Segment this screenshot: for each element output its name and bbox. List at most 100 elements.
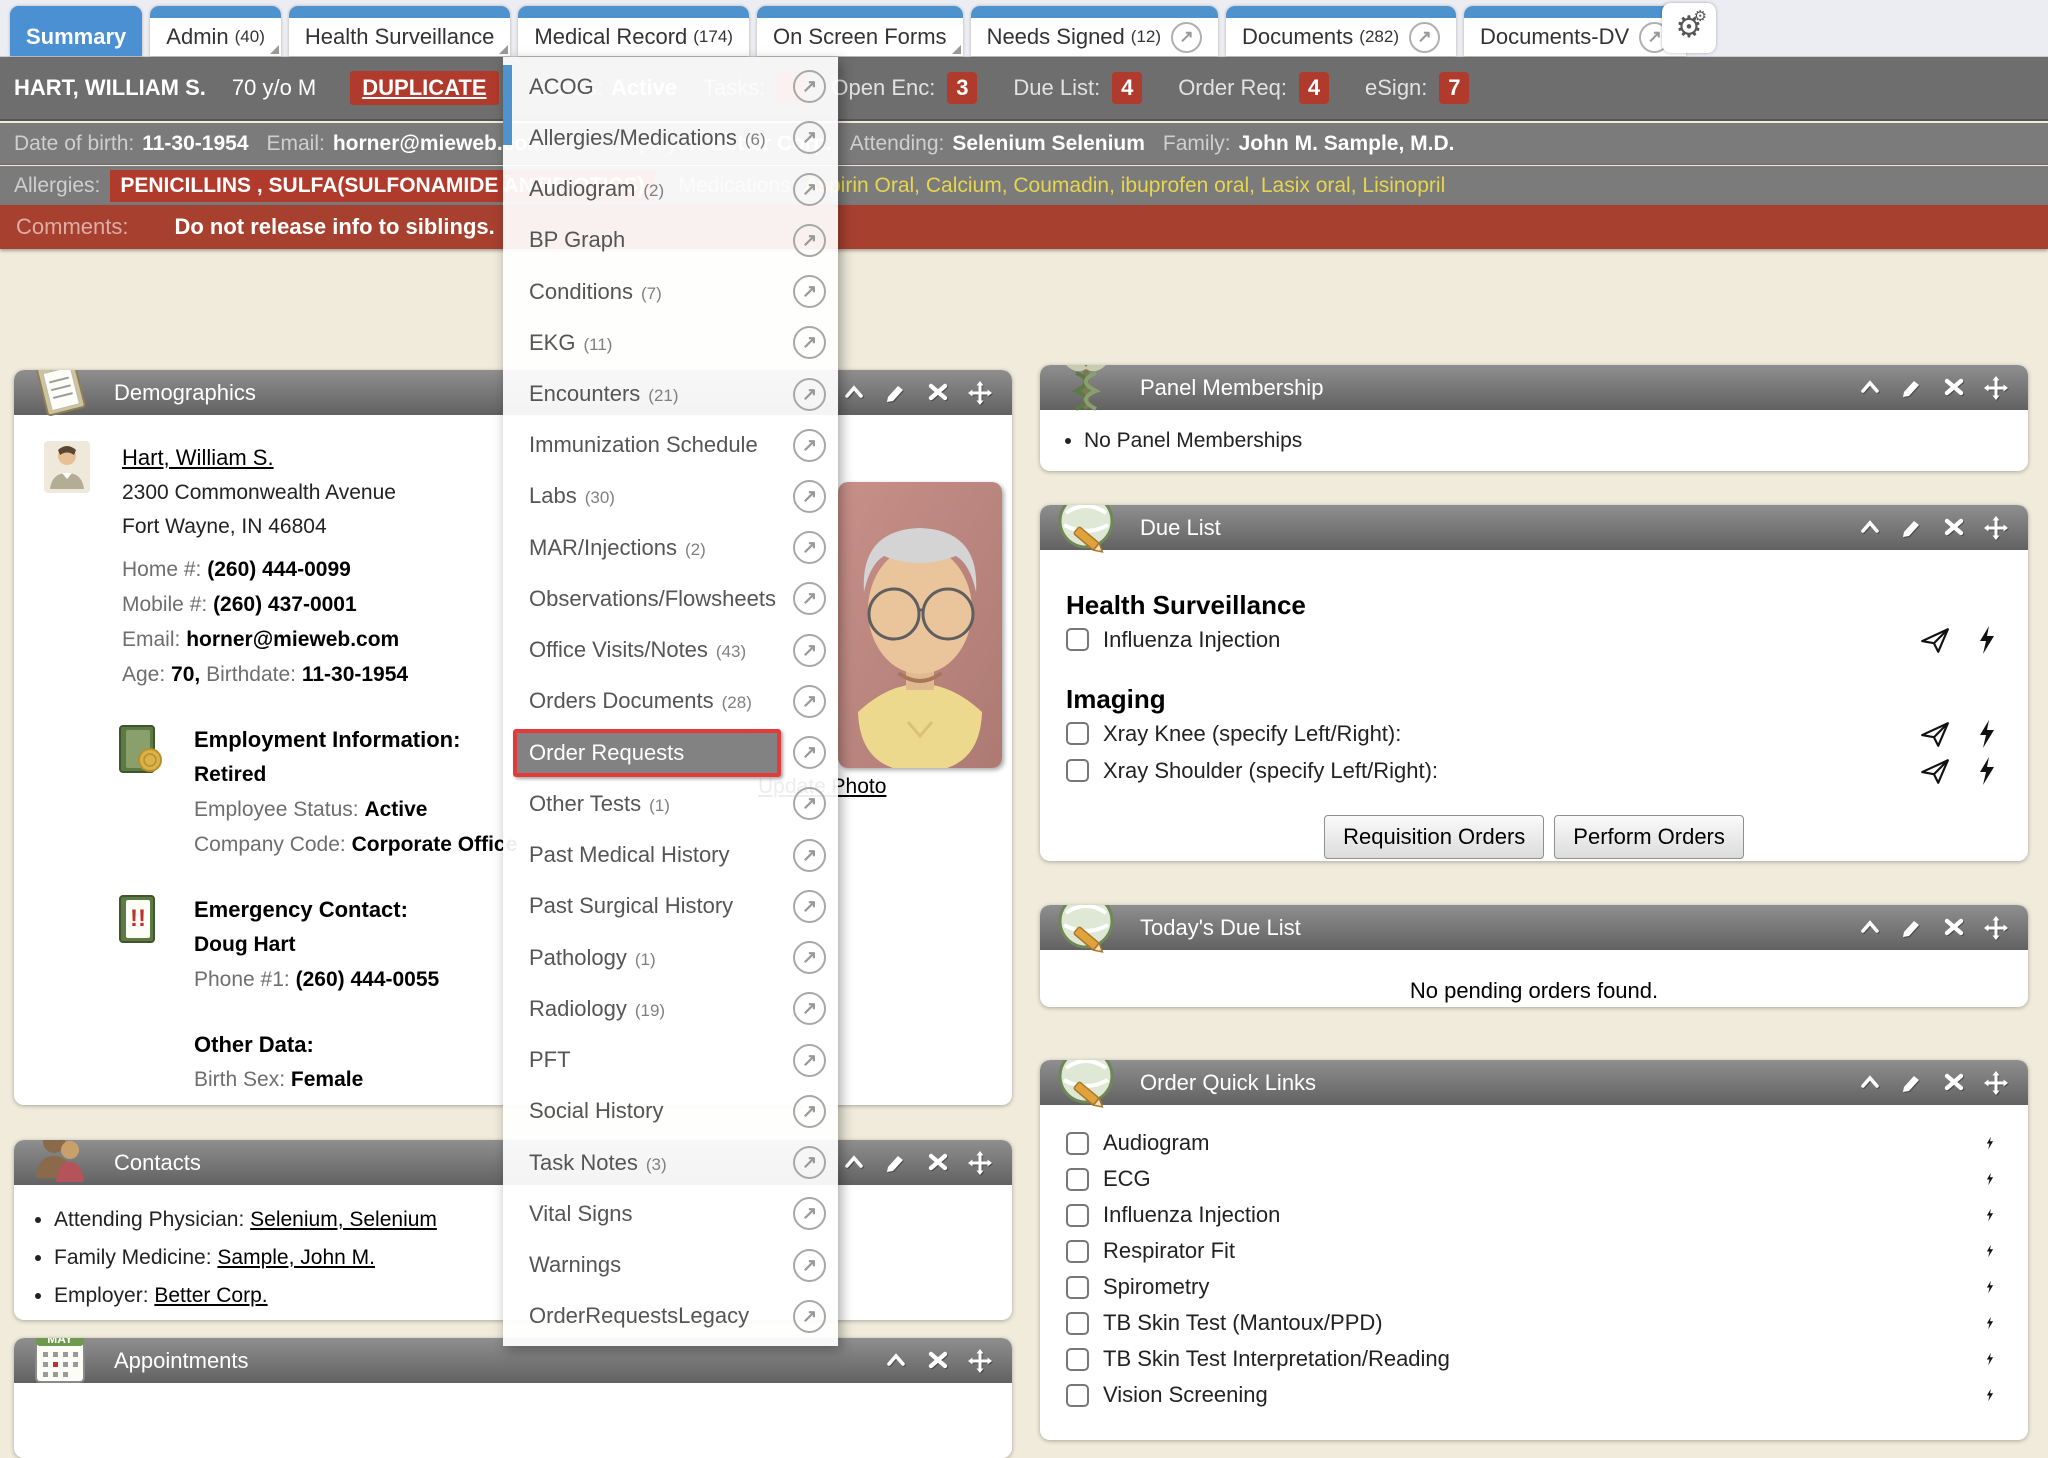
send-requisition-paper-plane-icon[interactable] <box>1920 756 1950 786</box>
quick-link-checkbox[interactable] <box>1066 1312 1089 1335</box>
quick-link-checkbox[interactable] <box>1066 1204 1089 1227</box>
tab[interactable]: Medical Record (174) <box>518 6 749 56</box>
edit-pencil-icon[interactable] <box>1900 376 1924 400</box>
order-checkbox[interactable] <box>1066 628 1089 651</box>
menu-item[interactable]: BP Graph ↗ <box>503 215 838 266</box>
quick-order-lightning-icon[interactable] <box>1978 625 1996 655</box>
menu-item[interactable]: Other Tests (1) ↗ <box>503 778 838 829</box>
duplicate-badge[interactable]: DUPLICATE <box>350 71 498 105</box>
menu-item[interactable]: Encounters (21) ↗ <box>503 368 838 419</box>
order-checkbox[interactable] <box>1066 722 1089 745</box>
contact-link[interactable]: Better Corp. <box>154 1284 267 1307</box>
quick-order-lightning-icon[interactable] <box>1986 1381 2002 1409</box>
external-link-icon[interactable]: ↗ <box>793 839 826 872</box>
collapse-chevron-icon[interactable] <box>842 381 866 405</box>
menu-item[interactable]: EKG (11) ↗ <box>503 317 838 368</box>
quick-order-lightning-icon[interactable] <box>1986 1273 2002 1301</box>
menu-item[interactable]: Warnings ↗ <box>503 1239 838 1290</box>
close-x-icon[interactable] <box>926 1151 950 1175</box>
send-requisition-paper-plane-icon[interactable] <box>1920 719 1950 749</box>
tab[interactable]: Admin (40) <box>150 6 281 56</box>
contact-link[interactable]: Selenium, Selenium <box>250 1208 437 1231</box>
external-link-icon[interactable]: ↗ <box>1409 22 1440 53</box>
external-link-icon[interactable]: ↗ <box>793 1300 826 1333</box>
external-link-icon[interactable]: ↗ <box>793 1197 826 1230</box>
counter-badge[interactable]: 4 <box>1299 72 1329 104</box>
external-link-icon[interactable]: ↗ <box>793 1146 826 1179</box>
collapse-chevron-icon[interactable] <box>1858 376 1882 400</box>
external-link-icon[interactable]: ↗ <box>793 992 826 1025</box>
external-link-icon[interactable]: ↗ <box>793 582 826 615</box>
send-requisition-paper-plane-icon[interactable] <box>1920 625 1950 655</box>
external-link-icon[interactable]: ↗ <box>793 685 826 718</box>
quick-order-lightning-icon[interactable] <box>1978 756 1996 786</box>
quick-order-lightning-icon[interactable] <box>1986 1129 2002 1157</box>
tab[interactable]: Documents (282) ↗ <box>1226 6 1456 56</box>
counter-badge[interactable]: 3 <box>947 72 977 104</box>
external-link-icon[interactable]: ↗ <box>793 890 826 923</box>
medications-list[interactable]: Aspirin Oral, Calcium, Coumadin, ibuprof… <box>804 174 1445 198</box>
quick-link-checkbox[interactable] <box>1066 1384 1089 1407</box>
menu-item[interactable]: Past Surgical History ↗ <box>503 881 838 932</box>
move-icon[interactable] <box>968 381 992 405</box>
due-list-action-button[interactable]: Perform Orders <box>1554 815 1744 859</box>
collapse-chevron-icon[interactable] <box>884 1349 908 1373</box>
external-link-icon[interactable]: ↗ <box>793 634 826 667</box>
close-x-icon[interactable] <box>926 381 950 405</box>
move-icon[interactable] <box>968 1151 992 1175</box>
external-link-icon[interactable]: ↗ <box>793 787 826 820</box>
menu-item[interactable]: Office Visits/Notes (43) ↗ <box>503 625 838 676</box>
menu-item[interactable]: OrderRequestsLegacy ↗ <box>503 1291 838 1342</box>
close-x-icon[interactable] <box>1942 516 1966 540</box>
counter-badge[interactable]: 4 <box>1112 72 1142 104</box>
external-link-icon[interactable]: ↗ <box>793 326 826 359</box>
quick-order-lightning-icon[interactable] <box>1986 1165 2002 1193</box>
counter-badge[interactable]: 7 <box>1439 72 1469 104</box>
external-link-icon[interactable]: ↗ <box>793 224 826 257</box>
menu-item[interactable]: Orders Documents (28) ↗ <box>503 676 838 727</box>
menu-item[interactable]: Audiogram (2) ↗ <box>503 163 838 214</box>
settings-button[interactable]: ⚙ ⚙ <box>1662 3 1716 53</box>
external-link-icon[interactable]: ↗ <box>793 70 826 103</box>
menu-item[interactable]: Order Requests ↗ <box>503 727 838 778</box>
tab[interactable]: Needs Signed (12) ↗ <box>971 6 1218 56</box>
external-link-icon[interactable]: ↗ <box>793 121 826 154</box>
external-link-icon[interactable]: ↗ <box>1171 22 1202 53</box>
menu-item[interactable]: PFT ↗ <box>503 1034 838 1085</box>
menu-item[interactable]: Immunization Schedule ↗ <box>503 420 838 471</box>
collapse-chevron-icon[interactable] <box>1858 516 1882 540</box>
edit-pencil-icon[interactable] <box>884 381 908 405</box>
edit-pencil-icon[interactable] <box>1900 516 1924 540</box>
move-icon[interactable] <box>1984 1071 2008 1095</box>
quick-order-lightning-icon[interactable] <box>1986 1345 2002 1373</box>
quick-link-checkbox[interactable] <box>1066 1168 1089 1191</box>
external-link-icon[interactable]: ↗ <box>793 531 826 564</box>
menu-item[interactable]: Radiology (19) ↗ <box>503 983 838 1034</box>
order-checkbox[interactable] <box>1066 759 1089 782</box>
menu-item[interactable]: ACOG ↗ <box>503 61 838 112</box>
quick-link-checkbox[interactable] <box>1066 1348 1089 1371</box>
menu-item[interactable]: Pathology (1) ↗ <box>503 932 838 983</box>
quick-link-checkbox[interactable] <box>1066 1276 1089 1299</box>
menu-item[interactable]: MAR/Injections (2) ↗ <box>503 522 838 573</box>
patient-name-link[interactable]: Hart, William S. <box>122 445 274 470</box>
quick-link-checkbox[interactable] <box>1066 1240 1089 1263</box>
collapse-chevron-icon[interactable] <box>1858 1071 1882 1095</box>
move-icon[interactable] <box>1984 916 2008 940</box>
external-link-icon[interactable]: ↗ <box>793 378 826 411</box>
menu-item[interactable]: Past Medical History ↗ <box>503 830 838 881</box>
external-link-icon[interactable]: ↗ <box>793 1095 826 1128</box>
menu-item[interactable]: Social History ↗ <box>503 1086 838 1137</box>
menu-item[interactable]: Observations/Flowsheets ↗ <box>503 573 838 624</box>
collapse-chevron-icon[interactable] <box>1858 916 1882 940</box>
tab[interactable]: Summary <box>10 6 142 56</box>
quick-order-lightning-icon[interactable] <box>1986 1237 2002 1265</box>
quick-link-checkbox[interactable] <box>1066 1132 1089 1155</box>
menu-item[interactable]: Task Notes (3) ↗ <box>503 1137 838 1188</box>
tab[interactable]: Health Surveillance <box>289 6 511 56</box>
collapse-chevron-icon[interactable] <box>842 1151 866 1175</box>
due-list-action-button[interactable]: Requisition Orders <box>1324 815 1544 859</box>
menu-item[interactable]: Allergies/Medications (6) ↗ <box>503 112 838 163</box>
contact-link[interactable]: Sample, John M. <box>217 1246 375 1269</box>
external-link-icon[interactable]: ↗ <box>793 173 826 206</box>
